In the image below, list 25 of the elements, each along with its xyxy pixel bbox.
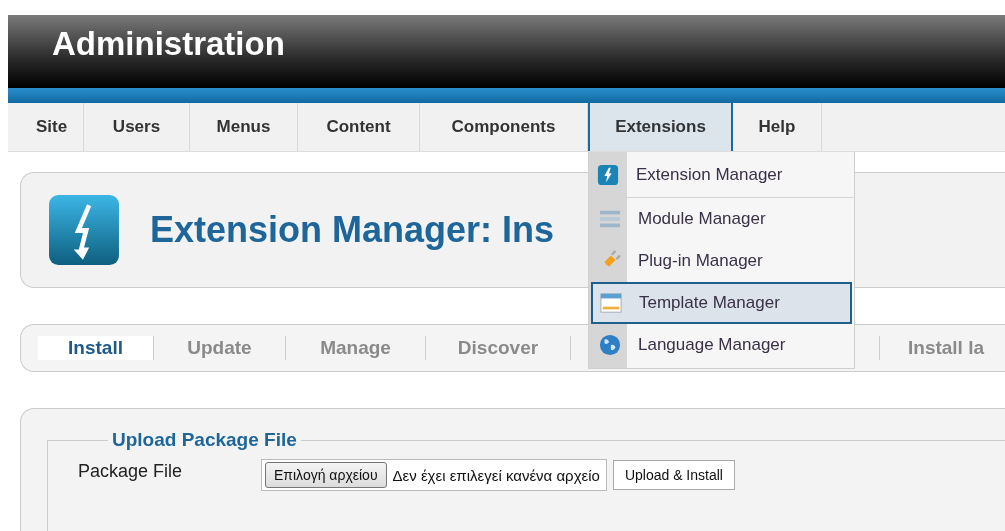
- subtab[interactable]: Install: [38, 336, 154, 360]
- dropdown-item[interactable]: Plug-in Manager: [591, 240, 852, 282]
- menu-item[interactable]: Content: [298, 103, 420, 151]
- lightning-icon: [597, 164, 619, 186]
- upload-install-button[interactable]: Upload & Install: [612, 460, 735, 490]
- lightning-icon: [48, 194, 120, 266]
- page-title: Extension Manager: Ins: [150, 209, 555, 251]
- menu-item[interactable]: Site: [20, 103, 84, 151]
- file-status: Δεν έχει επιλεγεί κανένα αρχείο: [392, 466, 601, 484]
- template-icon: [600, 292, 622, 314]
- menu-item[interactable]: Extensions: [588, 103, 733, 151]
- choose-file-button[interactable]: Επιλογή αρχείου: [265, 462, 387, 488]
- dropdown-item[interactable]: Template Manager: [591, 282, 852, 324]
- dropdown-item[interactable]: Extension Manager: [589, 152, 854, 198]
- file-input[interactable]: Επιλογή αρχείου Δεν έχει επιλεγεί κανένα αρχείο: [261, 459, 607, 491]
- dropdown-item[interactable]: Module Manager: [591, 198, 852, 240]
- globe-icon: [599, 334, 621, 356]
- app-title: Administration: [52, 24, 285, 63]
- list-icon: [599, 208, 621, 230]
- menu-item[interactable]: Users: [84, 103, 190, 151]
- section-title: Upload Package File: [111, 429, 298, 451]
- menu-item[interactable]: Menus: [190, 103, 298, 151]
- field-label: Package File: [78, 460, 184, 482]
- menu-item[interactable]: Help: [733, 103, 822, 151]
- dropdown-item[interactable]: Language Manager: [591, 324, 852, 366]
